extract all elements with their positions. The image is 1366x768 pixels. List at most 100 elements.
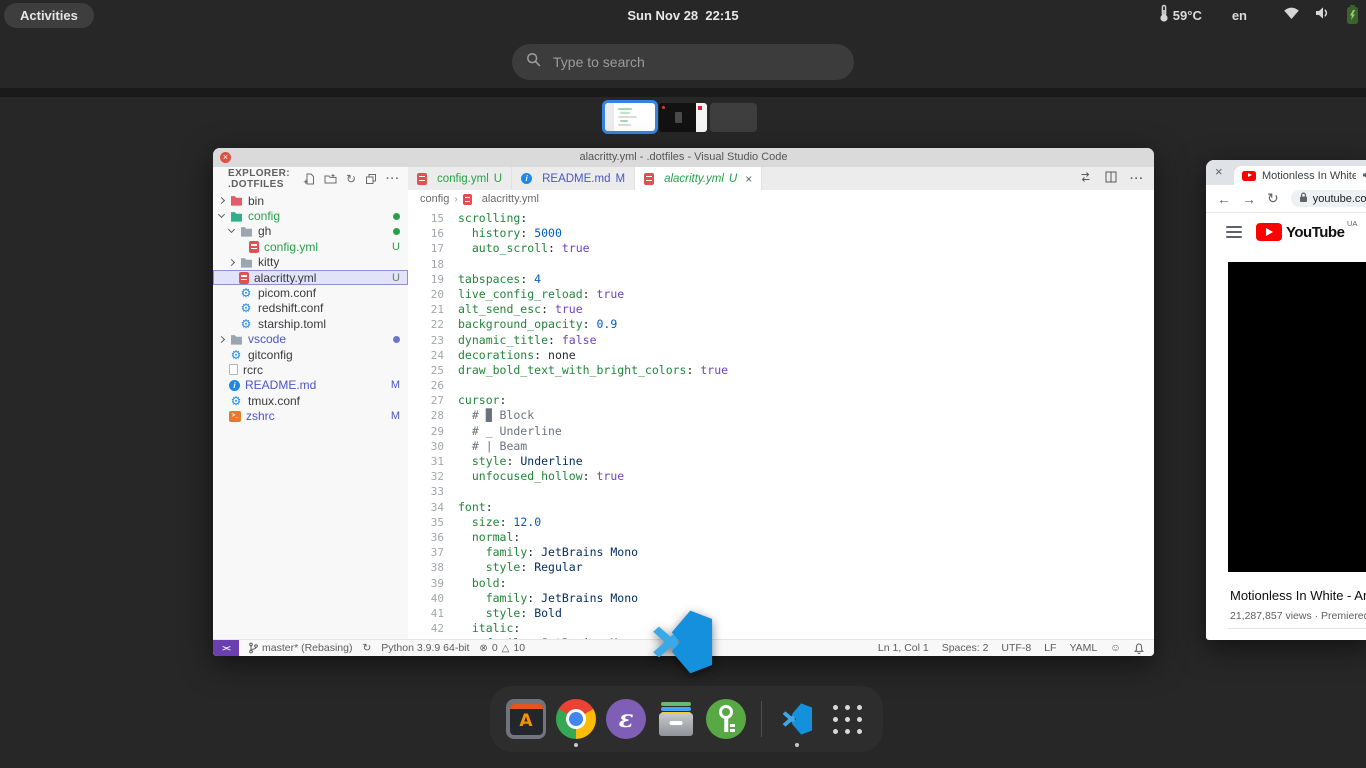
chevron-down-icon[interactable] xyxy=(227,226,237,236)
dock-item-files[interactable] xyxy=(656,699,696,739)
status-item[interactable]: Spaces: 2 xyxy=(942,642,989,654)
chrome-active-tab[interactable]: Motionless In White - / xyxy=(1234,166,1366,185)
info-icon: i xyxy=(521,173,532,184)
dock-item-alacritty[interactable]: A xyxy=(506,699,546,739)
chevron-spacer xyxy=(227,273,237,283)
git-branch-status[interactable]: master* (Rebasing) xyxy=(249,642,352,654)
tab-label: README.md xyxy=(542,173,610,185)
address-bar[interactable]: youtube.com/wa xyxy=(1291,190,1366,207)
code-lines: 15scrolling:16 history: 500017 auto_scro… xyxy=(408,211,1154,640)
chevron-right-icon[interactable] xyxy=(217,196,227,206)
tree-item-label: zshrc xyxy=(246,409,275,423)
tab-close-icon[interactable]: × xyxy=(745,172,752,186)
tree-item-README.md[interactable]: iREADME.mdM xyxy=(213,378,408,393)
gear-icon: ⚙ xyxy=(229,349,243,361)
status-item[interactable]: Ln 1, Col 1 xyxy=(878,642,929,654)
yaml-icon xyxy=(644,173,654,185)
tree-item-config[interactable]: config xyxy=(213,208,408,223)
explorer-sidebar: EXPLORER: .DOTFILES ↻ ··· binconfigghcon… xyxy=(213,167,409,640)
tree-item-config.yml[interactable]: config.ymlU xyxy=(213,239,408,254)
tree-item-label: tmux.conf xyxy=(248,394,300,408)
editor-tab-alacritty.yml[interactable]: alacritty.ymlU× xyxy=(635,167,762,190)
open-changes-icon[interactable] xyxy=(1079,171,1092,186)
clock[interactable]: Sun Nov 28 22:15 xyxy=(627,0,738,31)
dock-item-emacs[interactable]: ε xyxy=(606,699,646,739)
chevron-right-icon[interactable] xyxy=(217,334,227,344)
vscode-window[interactable]: × alacritty.yml - .dotfiles - Visual Stu… xyxy=(213,148,1154,656)
tree-item-starship.toml[interactable]: ⚙starship.toml xyxy=(213,316,408,331)
editor-more-actions[interactable]: ··· xyxy=(1130,173,1144,185)
dock-item-chrome[interactable] xyxy=(556,699,596,739)
tree-item-zshrc[interactable]: >_zshrcM xyxy=(213,408,408,423)
status-item[interactable]: LF xyxy=(1044,642,1056,654)
tree-item-gh[interactable]: gh xyxy=(213,224,408,239)
divider xyxy=(1228,628,1366,629)
workspace-thumbnail-3[interactable] xyxy=(710,103,757,132)
keyboard-layout-indicator[interactable]: en xyxy=(1232,8,1247,23)
workspace-thumbnail-2[interactable] xyxy=(659,103,707,132)
wifi-icon xyxy=(1283,6,1300,25)
status-item[interactable]: UTF-8 xyxy=(1001,642,1031,654)
dock-item-keepassxc[interactable] xyxy=(706,699,746,739)
youtube-logo[interactable]: YouTube UA xyxy=(1256,223,1344,241)
video-player[interactable] xyxy=(1228,262,1366,572)
vscode-titlebar[interactable]: × alacritty.yml - .dotfiles - Visual Stu… xyxy=(213,148,1154,168)
editor-tabs-list: config.ymlUiREADME.mdMalacritty.ymlU× xyxy=(408,167,762,190)
youtube-country-badge: UA xyxy=(1347,219,1357,228)
tree-item-label: redshift.conf xyxy=(258,301,323,315)
collapse-folders-icon[interactable] xyxy=(365,173,377,185)
tree-item-alacritty.yml[interactable]: alacritty.ymlU xyxy=(213,270,408,285)
python-interpreter-status[interactable]: Python 3.9.9 64-bit xyxy=(381,642,469,654)
hamburger-menu-icon[interactable] xyxy=(1226,226,1242,238)
search-input[interactable] xyxy=(551,53,840,71)
tab-audio-icon[interactable] xyxy=(1362,167,1366,185)
explorer-more-actions[interactable]: ··· xyxy=(386,173,400,185)
status-item[interactable]: YAML xyxy=(1069,642,1097,654)
chrome-toolbar: ← → ↻ youtube.com/wa xyxy=(1206,185,1366,213)
url-text: youtube.com/wa xyxy=(1313,193,1366,205)
new-file-icon[interactable] xyxy=(303,173,315,185)
reload-button[interactable]: ↻ xyxy=(1267,190,1279,207)
activities-button[interactable]: Activities xyxy=(4,3,94,28)
notifications-bell-icon[interactable] xyxy=(1134,643,1144,654)
chevron-right-icon[interactable] xyxy=(227,257,237,267)
breadcrumb-folder[interactable]: config xyxy=(420,193,449,205)
feedback-smiley-icon[interactable]: ☺ xyxy=(1110,642,1121,654)
chrome-window[interactable]: × Motionless In White - / ← → ↻ youtube.… xyxy=(1206,160,1366,640)
editor-tab-README.md[interactable]: iREADME.mdM xyxy=(512,167,635,190)
forward-button[interactable]: → xyxy=(1242,191,1256,207)
tree-item-vscode[interactable]: vscode xyxy=(213,332,408,347)
back-button[interactable]: ← xyxy=(1217,191,1231,207)
tree-item-picom.conf[interactable]: ⚙picom.conf xyxy=(213,285,408,300)
tree-item-kitty[interactable]: kitty xyxy=(213,255,408,270)
tree-item-label: bin xyxy=(248,194,264,208)
tree-item-tmux.conf[interactable]: ⚙tmux.conf xyxy=(213,393,408,408)
editor-tab-config.yml[interactable]: config.ymlU xyxy=(408,167,512,190)
tree-item-gitconfig[interactable]: ⚙gitconfig xyxy=(213,347,408,362)
folder-icon xyxy=(239,257,253,268)
breadcrumb-file[interactable]: alacritty.yml xyxy=(482,193,539,205)
problems-status[interactable]: ⊗ 0 △ 10 xyxy=(479,642,525,654)
sync-icon[interactable]: ↻ xyxy=(362,642,371,654)
remote-indicator[interactable]: >< xyxy=(213,640,239,656)
explorer-header: EXPLORER: .DOTFILES ↻ ··· xyxy=(213,167,408,191)
tab-close-icon[interactable]: × xyxy=(1215,164,1223,179)
new-folder-icon[interactable] xyxy=(324,173,337,185)
video-meta: 21,287,857 views · Premiered Dec xyxy=(1230,610,1366,622)
dock-item-app-grid[interactable] xyxy=(827,699,867,739)
refresh-explorer-icon[interactable]: ↻ xyxy=(346,173,356,185)
tree-item-bin[interactable]: bin xyxy=(213,193,408,208)
tree-item-redshift.conf[interactable]: ⚙redshift.conf xyxy=(213,301,408,316)
editor-actions: ··· xyxy=(1079,167,1144,190)
system-status-area[interactable]: 59°C en xyxy=(1159,0,1358,31)
code-editor[interactable]: 15scrolling:16 history: 500017 auto_scro… xyxy=(408,208,1154,640)
workspace-thumbnail-1-active[interactable] xyxy=(602,100,658,134)
chevron-down-icon[interactable] xyxy=(217,211,227,221)
tree-item-rcrc[interactable]: rcrc xyxy=(213,362,408,377)
breadcrumb[interactable]: config › alacritty.yml xyxy=(408,190,1154,208)
git-status-badge: M xyxy=(391,410,400,422)
split-editor-icon[interactable] xyxy=(1105,171,1117,186)
statusbar-right: Ln 1, Col 1 Spaces: 2 UTF-8 LF YAML ☺ xyxy=(878,642,1154,654)
search-bar[interactable] xyxy=(512,44,854,80)
dock-item-vscode[interactable] xyxy=(777,699,817,739)
